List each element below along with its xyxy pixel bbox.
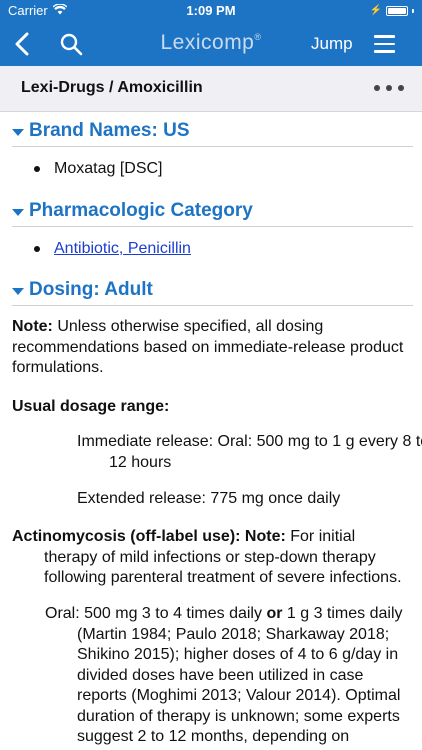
more-options-icon[interactable] (374, 78, 404, 98)
section-title: Dosing: Adult (29, 279, 153, 300)
collapse-triangle-icon (12, 287, 24, 295)
battery-icon (386, 5, 408, 16)
battery-tip (412, 8, 414, 13)
breadcrumb: Lexi-Drugs / Amoxicillin (21, 79, 203, 96)
note-text: Unless otherwise specified, all dosing r… (12, 318, 404, 376)
actinomycosis-indication: Actinomycosis (off-label use): Note: For… (12, 527, 412, 589)
section-header-dosing-adult[interactable]: Dosing: Adult (12, 275, 413, 306)
hamburger-menu-icon[interactable] (374, 30, 404, 58)
actinomycosis-oral-dosage: Oral: 500 mg 3 to 4 times daily or 1 g 3… (45, 604, 413, 748)
registered-mark: ® (254, 32, 262, 42)
section-header-brand-names[interactable]: Brand Names: US (12, 116, 413, 147)
jump-button[interactable]: Jump (311, 34, 353, 54)
brand-name: Moxatag [DSC] (54, 160, 163, 177)
usual-dosage-range-label: Usual dosage range: (12, 398, 170, 415)
section-header-pharmacologic-category[interactable]: Pharmacologic Category (12, 196, 413, 227)
immediate-release-dosage: Immediate release: Oral: 500 mg to 1 g e… (77, 433, 422, 471)
indication-note-label: Note: (240, 528, 286, 545)
status-bar: Carrier 1:09 PM ⚡ (0, 0, 422, 22)
collapse-triangle-icon (12, 128, 24, 136)
section-title: Pharmacologic Category (29, 200, 253, 221)
indication-label: Actinomycosis (off-label use): (12, 528, 241, 545)
oral-or: or (266, 605, 283, 622)
dosing-note: Note: Unless otherwise specified, all do… (12, 317, 412, 379)
nav-bar: Lexicomp® Jump (0, 22, 422, 66)
oral-text-1: Oral: 500 mg 3 to 4 times daily (45, 605, 267, 622)
status-battery-group: ⚡ (370, 5, 414, 16)
app-logo-text: Lexicomp (160, 31, 255, 54)
status-time: 1:09 PM (186, 3, 236, 18)
oral-text-2: 1 g 3 times daily (Martin 1984; Paulo 20… (77, 605, 403, 745)
battery-level-fill (388, 7, 406, 14)
list-item: Antibiotic, Penicillin (34, 240, 191, 258)
app-logo: Lexicomp® (0, 31, 422, 55)
charging-icon: ⚡ (369, 5, 382, 16)
category-link[interactable]: Antibiotic, Penicillin (54, 240, 191, 258)
note-label: Note: (12, 318, 53, 335)
breadcrumb-bar: Lexi-Drugs / Amoxicillin (0, 66, 422, 112)
section-title: Brand Names: US (29, 120, 190, 141)
list-item: Moxatag [DSC] (34, 160, 162, 178)
bullet-dot (34, 246, 40, 252)
bullet-dot (34, 166, 40, 172)
extended-release-dosage: Extended release: 775 mg once daily (77, 490, 341, 507)
collapse-triangle-icon (12, 208, 24, 216)
